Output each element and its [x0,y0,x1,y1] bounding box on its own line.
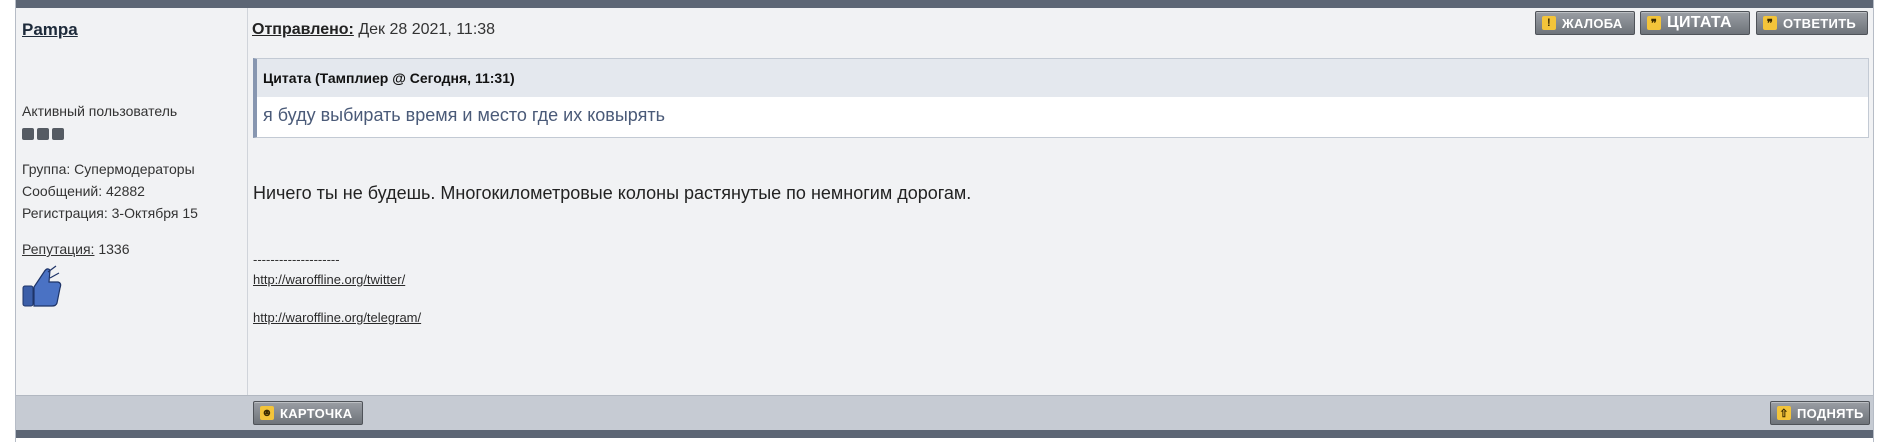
bottom-divider-bar [16,430,1873,438]
author-username[interactable]: Pampa [22,20,78,40]
quote-button[interactable]: ❞ ЦИТАТА [1640,11,1750,35]
author-info: Активный пользователь Группа: Супермодер… [22,100,198,314]
rank-dot [37,128,49,140]
rank-dot [52,128,64,140]
quote-text: я буду выбирать время и место где их ков… [263,105,665,125]
report-button[interactable]: ! ЖАЛОБА [1535,11,1635,35]
signature: -------------------- http://waroffline.o… [253,250,421,328]
forum-post: Pampa Отправлено: Дек 28 2021, 11:38 ! Ж… [15,0,1874,442]
reply-label: ОТВЕТИТЬ [1783,15,1857,31]
message-text: Ничего ты не будешь. Многокилометровые к… [253,183,972,203]
quote-header: Цитата (Тамплиер @ Сегодня, 11:31) [257,59,1868,97]
profile-card-button[interactable]: ☻ КАРТОЧКА [253,401,363,425]
rank-dot [22,128,34,140]
author-group: Группа: Супермодераторы [22,161,195,177]
reply-button[interactable]: ❞ ОТВЕТИТЬ [1756,11,1868,35]
telegram-link[interactable]: http://waroffline.org/telegram/ [253,310,421,325]
twitter-link[interactable]: http://waroffline.org/twitter/ [253,272,405,287]
reputation-value: 1336 [98,241,130,257]
report-label: ЖАЛОБА [1562,15,1623,31]
profile-card-label: КАРТОЧКА [280,405,353,421]
scroll-up-label: ПОДНЯТЬ [1797,405,1864,421]
quote-label: ЦИТАТА [1667,14,1732,31]
quote-block: Цитата (Тамплиер @ Сегодня, 11:31) я буд… [253,58,1869,138]
rank-dots [22,128,198,140]
thumbs-up-icon[interactable] [22,264,198,314]
author-reputation: Репутация: 1336 [22,238,198,260]
post-footer: ☻ КАРТОЧКА ⇧ ПОДНЯТЬ [16,395,1873,431]
column-divider [247,8,248,430]
sent-label[interactable]: Отправлено: [252,21,354,38]
user-icon: ☻ [260,406,274,420]
sent-date: Дек 28 2021, 11:38 [358,21,496,38]
top-divider-bar [16,0,1873,8]
post-header: Pampa Отправлено: Дек 28 2021, 11:38 ! Ж… [16,8,1873,54]
scroll-up-button[interactable]: ⇧ ПОДНЯТЬ [1770,401,1870,425]
reputation-link[interactable]: Репутация: [22,241,94,257]
author-posts: Сообщений: 42882 [22,183,145,199]
post-date: Отправлено: Дек 28 2021, 11:38 [252,21,495,39]
exclamation-icon: ! [1542,16,1556,30]
signature-separator: -------------------- [253,252,340,267]
author-rank: Активный пользователь [22,103,178,119]
quote-icon: ❞ [1647,16,1661,30]
quote-icon: ❞ [1763,16,1777,30]
arrow-up-icon: ⇧ [1777,406,1791,420]
author-registered: Регистрация: 3-Октября 15 [22,205,198,221]
